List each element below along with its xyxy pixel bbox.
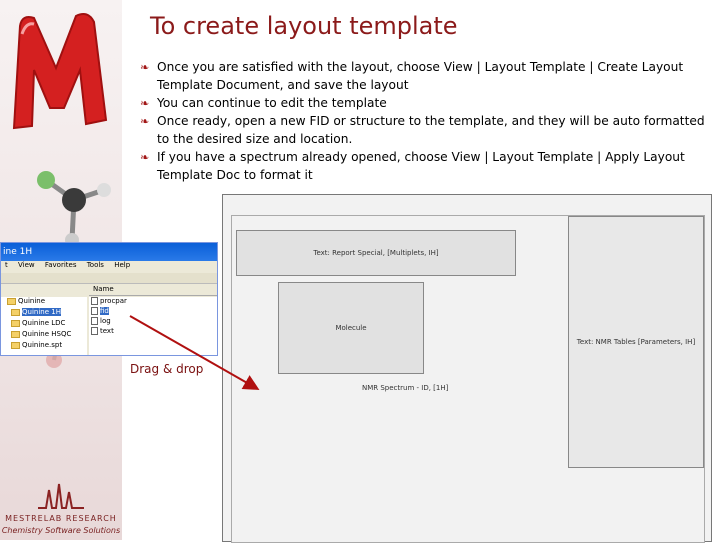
menu-item-help[interactable]: Help — [114, 261, 130, 269]
file-list: procpar fid log text — [89, 297, 217, 355]
file-item[interactable]: log — [91, 317, 111, 325]
file-item-selected[interactable]: fid — [91, 307, 109, 315]
folder-icon — [11, 308, 20, 316]
folder-icon — [11, 341, 20, 349]
menu-item-favorites[interactable]: Favorites — [45, 261, 77, 269]
brand-name: MESTRELAB RESEARCH — [5, 514, 117, 523]
menu-item-view[interactable]: View — [18, 261, 35, 269]
tree-folder[interactable]: Quinine LDC — [11, 319, 65, 327]
menu-item-tools[interactable]: Tools — [87, 261, 104, 269]
file-icon — [91, 297, 98, 305]
folder-icon — [7, 297, 16, 305]
folder-icon — [11, 330, 20, 338]
bullet-marker-icon: ❧ — [140, 97, 150, 110]
file-explorer-window: ine 1H t View Favorites Tools Help Name … — [0, 242, 218, 356]
tree-folder[interactable]: Quinine.spt — [11, 341, 62, 349]
spectrum-label: NMR Spectrum - ID, [1H] — [362, 384, 449, 392]
explorer-toolbar — [1, 273, 217, 284]
file-item[interactable]: text — [91, 327, 114, 335]
mestrelab-logo-icon — [12, 13, 108, 130]
bullet-item: ❧ Once you are satisfied with the layout,… — [140, 60, 684, 92]
file-item[interactable]: procpar — [91, 297, 127, 305]
tree-folder[interactable]: Quinine 1H — [11, 308, 61, 316]
bullet-marker-icon: ❧ — [140, 115, 150, 128]
explorer-menubar: t View Favorites Tools Help — [1, 261, 217, 273]
layout-template-window: Text: Report Special, [Multiplets, IH] M… — [222, 194, 712, 543]
tree-folder[interactable]: Quinine — [7, 297, 45, 305]
report-text-box[interactable]: Text: Report Special, [Multiplets, IH] — [236, 230, 516, 276]
molecule-box[interactable]: Molecule — [278, 282, 424, 374]
bullet-item: ❧ If you have a spectrum already opened, … — [140, 150, 685, 182]
template-page: Text: Report Special, [Multiplets, IH] M… — [231, 215, 705, 543]
bullet-marker-icon: ❧ — [140, 61, 150, 74]
spectrum-peaks-icon — [38, 483, 84, 509]
bullet-item: ❧ Once ready, open a new FID or structure… — [140, 114, 705, 146]
drag-drop-label: Drag & drop — [130, 362, 204, 376]
file-icon — [91, 317, 98, 325]
slide-title: To create layout template — [150, 12, 458, 40]
menu-item[interactable]: t — [5, 261, 8, 269]
folder-tree: Quinine Quinine 1H Quinine LDC Quinine H… — [1, 297, 87, 355]
nmr-table-box[interactable]: Text: NMR Tables [Parameters, IH] — [568, 216, 704, 468]
bullet-item: ❧ You can continue to edit the template — [140, 94, 710, 112]
tree-folder[interactable]: Quinine HSQC — [11, 330, 71, 338]
brand-tagline: Chemistry Software Solutions — [1, 526, 121, 535]
explorer-titlebar[interactable]: ine 1H — [1, 243, 217, 261]
file-icon — [91, 307, 98, 315]
column-header-name[interactable]: Name — [89, 285, 217, 296]
folder-icon — [11, 319, 20, 327]
bullet-marker-icon: ❧ — [140, 151, 150, 164]
file-icon — [91, 327, 98, 335]
bullet-list: ❧ Once you are satisfied with the layout,… — [140, 58, 710, 184]
